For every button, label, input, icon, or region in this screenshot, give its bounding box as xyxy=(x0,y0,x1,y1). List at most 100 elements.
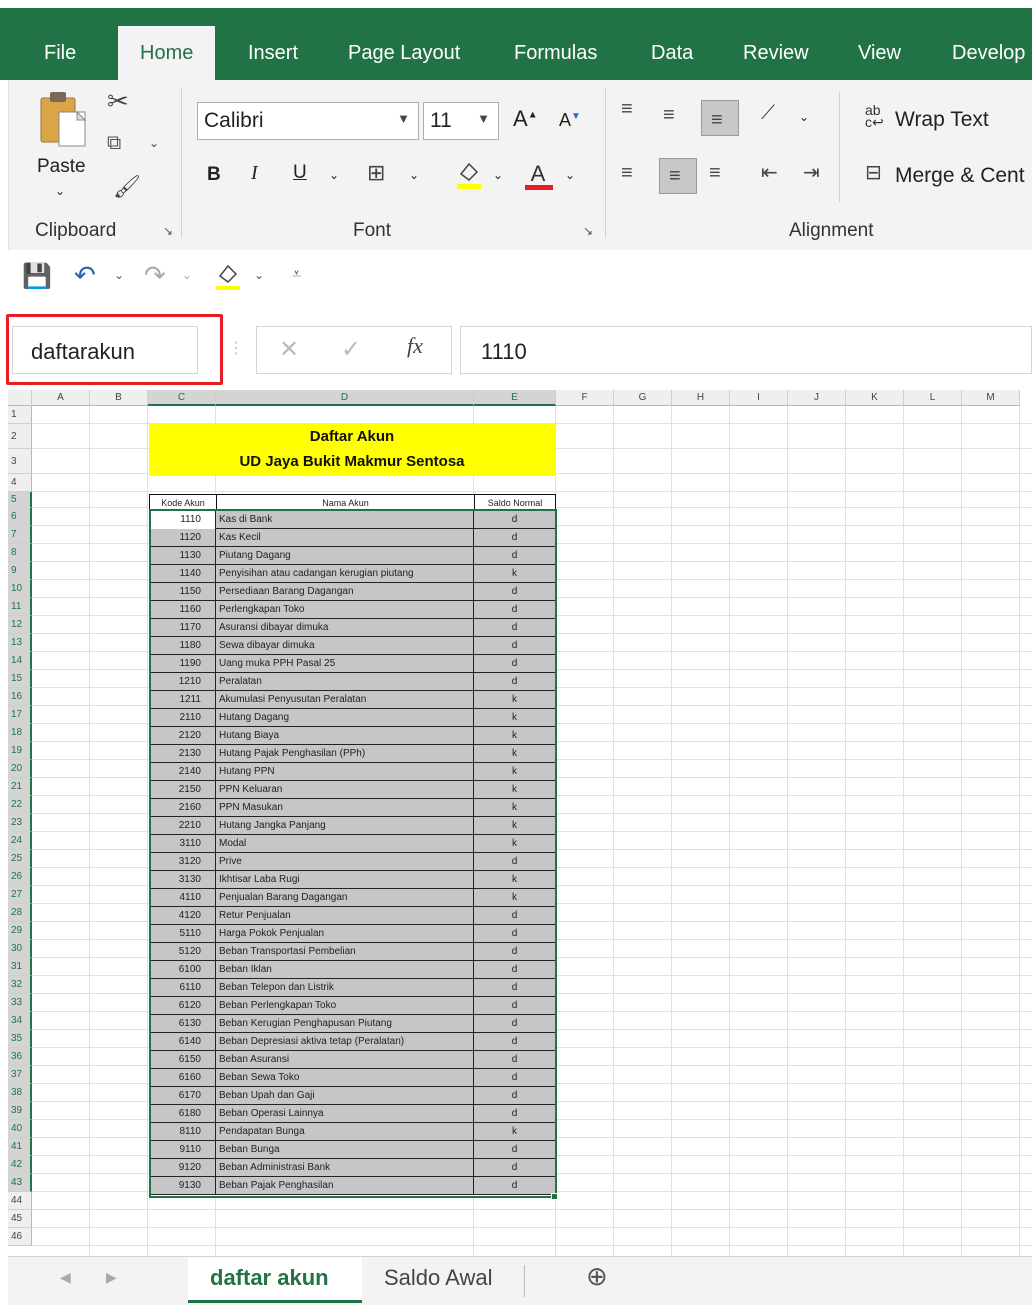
paste-icon[interactable] xyxy=(31,90,95,150)
bold-button[interactable]: B xyxy=(207,164,221,186)
account-name-cell[interactable]: Beban Telepon dan Listrik xyxy=(216,979,474,997)
saldo-normal-cell[interactable]: k xyxy=(474,709,555,727)
select-all-corner[interactable] xyxy=(8,390,32,406)
shrink-font-icon[interactable]: A▼ xyxy=(559,110,581,131)
account-name-cell[interactable]: Hutang Jangka Panjang xyxy=(216,817,474,835)
tab-developer[interactable]: Develop xyxy=(952,40,1025,66)
sheet-tab-saldo-awal[interactable]: Saldo Awal xyxy=(384,1265,492,1291)
account-code-cell[interactable]: 6180 xyxy=(149,1105,216,1123)
column-header[interactable]: K xyxy=(846,390,904,406)
saldo-normal-cell[interactable]: d xyxy=(474,655,555,673)
account-name-cell[interactable]: Hutang Pajak Penghasilan (PPh) xyxy=(216,745,474,763)
saldo-normal-cell[interactable]: d xyxy=(474,529,555,547)
account-name-cell[interactable]: Piutang Dagang xyxy=(216,547,474,565)
row-header[interactable]: 41 xyxy=(8,1138,32,1156)
account-code-cell[interactable]: 6110 xyxy=(149,979,216,997)
chevron-down-icon[interactable]: ⌄ xyxy=(565,168,575,182)
account-name-cell[interactable]: Beban Perlengkapan Toko xyxy=(216,997,474,1015)
header-saldo-normal[interactable]: Saldo Normal xyxy=(474,494,556,512)
saldo-normal-cell[interactable]: d xyxy=(474,601,555,619)
account-code-cell[interactable]: 6140 xyxy=(149,1033,216,1051)
fill-color-icon[interactable] xyxy=(455,160,483,190)
chevron-down-icon[interactable]: ⌄ xyxy=(799,110,809,124)
account-name-cell[interactable]: Peralatan xyxy=(216,673,474,691)
saldo-normal-cell[interactable]: d xyxy=(474,1051,555,1069)
chevron-down-icon[interactable]: ⌄ xyxy=(254,268,264,282)
saldo-normal-cell[interactable]: k xyxy=(474,835,555,853)
account-code-cell[interactable]: 9110 xyxy=(149,1141,216,1159)
account-name-cell[interactable]: Pendapatan Bunga xyxy=(216,1123,474,1141)
chevron-down-icon[interactable]: ⌄ xyxy=(182,268,192,282)
chevron-down-icon[interactable]: ⌄ xyxy=(409,168,419,182)
row-header[interactable]: 24 xyxy=(8,832,32,850)
row-header[interactable]: 27 xyxy=(8,886,32,904)
row-header[interactable]: 6 xyxy=(8,508,32,526)
saldo-normal-cell[interactable]: d xyxy=(474,619,555,637)
font-color-icon[interactable]: A xyxy=(523,158,553,190)
account-code-cell[interactable]: 1211 xyxy=(149,691,216,709)
account-code-cell[interactable]: 6150 xyxy=(149,1051,216,1069)
cancel-icon[interactable]: ✕ xyxy=(279,335,299,364)
saldo-normal-cell[interactable]: d xyxy=(474,961,555,979)
row-header[interactable]: 16 xyxy=(8,688,32,706)
header-kode-akun[interactable]: Kode Akun xyxy=(149,494,217,512)
saldo-normal-cell[interactable]: k xyxy=(474,799,555,817)
account-name-cell[interactable]: Penjualan Barang Dagangan xyxy=(216,889,474,907)
chevron-down-icon[interactable]: ⌄ xyxy=(329,168,339,182)
italic-button[interactable]: I xyxy=(251,162,258,185)
account-code-cell[interactable]: 1140 xyxy=(149,565,216,583)
account-name-cell[interactable]: Perlengkapan Toko xyxy=(216,601,474,619)
undo-icon[interactable]: ↶ xyxy=(74,260,96,291)
column-header[interactable]: H xyxy=(672,390,730,406)
row-header[interactable]: 35 xyxy=(8,1030,32,1048)
row-header[interactable]: 28 xyxy=(8,904,32,922)
saldo-normal-cell[interactable]: d xyxy=(474,979,555,997)
tab-review[interactable]: Review xyxy=(743,40,809,66)
account-code-cell[interactable]: 5120 xyxy=(149,943,216,961)
saldo-normal-cell[interactable]: d xyxy=(474,1033,555,1051)
account-name-cell[interactable]: Beban Asuransi xyxy=(216,1051,474,1069)
account-name-cell[interactable]: Beban Administrasi Bank xyxy=(216,1159,474,1177)
saldo-normal-cell[interactable]: d xyxy=(474,997,555,1015)
account-code-cell[interactable]: 1190 xyxy=(149,655,216,673)
row-header[interactable]: 1 xyxy=(8,406,32,424)
account-code-cell[interactable]: 1160 xyxy=(149,601,216,619)
row-header[interactable]: 37 xyxy=(8,1066,32,1084)
copy-dropdown-icon[interactable]: ⌄ xyxy=(149,136,159,150)
saldo-normal-cell[interactable]: k xyxy=(474,727,555,745)
account-code-cell[interactable]: 1110 xyxy=(149,511,216,529)
column-header[interactable]: A xyxy=(32,390,90,406)
saldo-normal-cell[interactable]: d xyxy=(474,511,555,529)
account-code-cell[interactable]: 4110 xyxy=(149,889,216,907)
account-code-cell[interactable]: 2110 xyxy=(149,709,216,727)
row-header[interactable]: 43 xyxy=(8,1174,32,1192)
column-header[interactable]: B xyxy=(90,390,148,406)
account-name-cell[interactable]: Beban Bunga xyxy=(216,1141,474,1159)
saldo-normal-cell[interactable]: d xyxy=(474,1177,555,1195)
row-header[interactable]: 19 xyxy=(8,742,32,760)
row-header[interactable]: 42 xyxy=(8,1156,32,1174)
row-header[interactable]: 3 xyxy=(8,449,32,474)
account-code-cell[interactable]: 3110 xyxy=(149,835,216,853)
row-header[interactable]: 5 xyxy=(8,492,32,508)
row-header[interactable]: 12 xyxy=(8,616,32,634)
saldo-normal-cell[interactable]: d xyxy=(474,1141,555,1159)
account-name-cell[interactable]: Retur Penjualan xyxy=(216,907,474,925)
middle-align-icon[interactable]: ≡ xyxy=(663,104,675,127)
borders-icon[interactable]: ⊞ xyxy=(367,160,385,186)
account-name-cell[interactable]: PPN Keluaran xyxy=(216,781,474,799)
top-align-icon[interactable]: ≡ xyxy=(621,98,633,121)
tab-insert[interactable]: Insert xyxy=(248,40,298,66)
account-name-cell[interactable]: Uang muka PPH Pasal 25 xyxy=(216,655,474,673)
row-header[interactable]: 46 xyxy=(8,1228,32,1246)
row-header[interactable]: 36 xyxy=(8,1048,32,1066)
align-center-button[interactable]: ≡ xyxy=(659,158,697,194)
bottom-align-button[interactable]: ≡ xyxy=(701,100,739,136)
saldo-normal-cell[interactable]: k xyxy=(474,817,555,835)
account-code-cell[interactable]: 2130 xyxy=(149,745,216,763)
saldo-normal-cell[interactable]: k xyxy=(474,763,555,781)
saldo-normal-cell[interactable]: d xyxy=(474,1159,555,1177)
row-header[interactable]: 45 xyxy=(8,1210,32,1228)
account-name-cell[interactable]: Beban Depresiasi aktiva tetap (Peralatan… xyxy=(216,1033,474,1051)
account-code-cell[interactable]: 2160 xyxy=(149,799,216,817)
